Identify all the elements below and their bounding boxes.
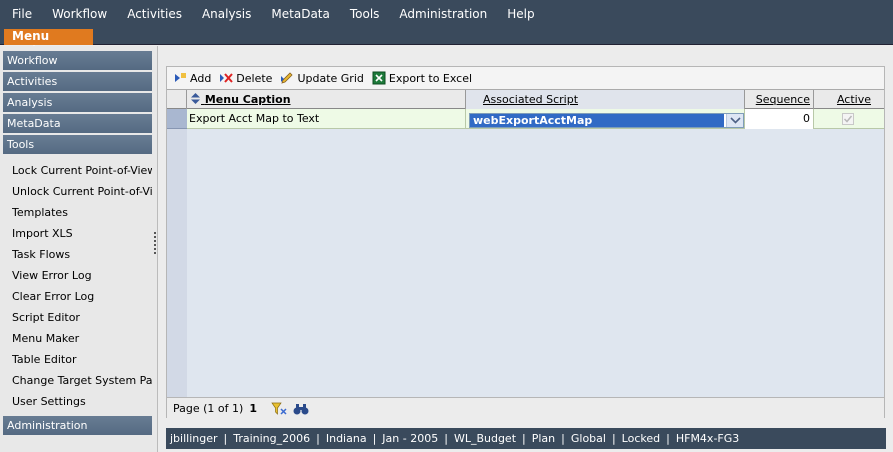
delete-label: Delete	[236, 71, 273, 85]
grid-header: Menu Caption Associated Script Sequence …	[167, 89, 884, 109]
sidebar-item-user-settings[interactable]: User Settings	[12, 393, 152, 411]
menu-help[interactable]: Help	[497, 0, 544, 29]
status-profile: Training_2006	[233, 432, 311, 445]
sidebar-item-menu-maker[interactable]: Menu Maker	[12, 330, 152, 348]
status-global: Global	[570, 432, 606, 445]
page-info: Page (1 of 1)	[173, 402, 244, 415]
cell-sequence[interactable]: 0	[745, 109, 814, 129]
chevron-down-icon[interactable]	[726, 114, 743, 127]
column-header-sequence[interactable]: Sequence	[745, 90, 814, 109]
sidebar-item-script-editor[interactable]: Script Editor	[12, 309, 152, 327]
status-period: Jan - 2005	[382, 432, 439, 445]
sidebar-item-change-password[interactable]: Change Target System Passw	[12, 372, 152, 390]
sidebar-item-clear-error-log[interactable]: Clear Error Log	[12, 288, 152, 306]
excel-icon	[372, 71, 386, 85]
status-lock-state: Locked	[621, 432, 661, 445]
grid-toolbar: Add Delete Update Grid Export to Excel	[167, 67, 884, 89]
row-selector-header	[167, 90, 187, 109]
row-selector-column	[167, 109, 187, 419]
cell-menu-caption[interactable]: Export Acct Map to Text	[187, 109, 466, 129]
cell-active[interactable]	[814, 109, 884, 129]
associated-script-selected-value: webExportAcctMap	[470, 114, 724, 127]
update-grid-label: Update Grid	[297, 71, 364, 85]
export-excel-label: Export to Excel	[388, 71, 473, 85]
menu-bar: File Workflow Activities Analysis MetaDa…	[0, 0, 893, 29]
menu-activities[interactable]: Activities	[117, 0, 192, 29]
tab-menu-maker[interactable]: Menu Maker	[4, 29, 93, 58]
status-user: jbillinger	[170, 432, 218, 445]
sidebar-item-table-editor[interactable]: Table Editor	[12, 351, 152, 369]
pager: Page (1 of 1) 1	[167, 397, 884, 419]
sidebar-section-workflow[interactable]: Workflow	[3, 51, 152, 70]
pencil-icon	[280, 71, 294, 85]
main-content: Add Delete Update Grid Export to Excel M…	[160, 46, 893, 452]
sidebar-item-lock-pov[interactable]: Lock Current Point-of-View	[12, 162, 152, 180]
menu-metadata[interactable]: MetaData	[261, 0, 339, 29]
sidebar: Workflow Activities Analysis MetaData To…	[0, 46, 158, 452]
menu-caption-header-label: Menu Caption	[204, 93, 291, 106]
status-bar: jbillinger | Training_2006 | Indiana | Jan - 2…	[166, 428, 886, 449]
menu-file[interactable]: File	[0, 0, 42, 29]
sidebar-item-unlock-pov[interactable]: Unlock Current Point-of-View	[12, 183, 152, 201]
find-binoculars-icon[interactable]	[293, 402, 309, 416]
menu-analysis[interactable]: Analysis	[192, 0, 261, 29]
filter-icon[interactable]	[271, 402, 287, 416]
column-header-associated-script[interactable]: Associated Script	[466, 90, 745, 109]
delete-row-icon	[219, 71, 234, 85]
status-scenario: Plan	[531, 432, 556, 445]
update-grid-button[interactable]: Update Grid	[280, 71, 364, 85]
menu-administration[interactable]: Administration	[389, 0, 497, 29]
sidebar-section-metadata[interactable]: MetaData	[3, 114, 152, 133]
add-button[interactable]: Add	[173, 71, 211, 85]
page-link-current[interactable]: 1	[249, 402, 257, 415]
sidebar-splitter-handle[interactable]	[152, 230, 157, 260]
status-location: Indiana	[325, 432, 367, 445]
associated-script-dropdown[interactable]: webExportAcctMap	[469, 113, 744, 128]
delete-button[interactable]: Delete	[219, 71, 272, 85]
export-excel-button[interactable]: Export to Excel	[372, 71, 472, 85]
column-header-active[interactable]: Active	[814, 90, 884, 109]
row-selector-current[interactable]	[167, 109, 187, 129]
add-label: Add	[190, 71, 212, 85]
menu-tools[interactable]: Tools	[340, 0, 390, 29]
status-category: WL_Budget	[453, 432, 517, 445]
grid-panel: Add Delete Update Grid Export to Excel M…	[166, 66, 885, 419]
tab-strip: Menu Maker	[0, 29, 893, 58]
status-application: HFM4x-FG3	[675, 432, 740, 445]
sidebar-item-view-error-log[interactable]: View Error Log	[12, 267, 152, 285]
active-checkbox[interactable]	[842, 113, 854, 125]
column-header-menu-caption[interactable]: Menu Caption	[187, 90, 466, 109]
sidebar-section-activities[interactable]: Activities	[3, 72, 152, 91]
menu-workflow[interactable]: Workflow	[42, 0, 117, 29]
sidebar-item-import-xls[interactable]: Import XLS	[12, 225, 152, 243]
sidebar-section-administration[interactable]: Administration	[3, 416, 152, 435]
add-row-icon	[173, 71, 187, 85]
sidebar-section-tools[interactable]: Tools	[3, 135, 152, 154]
sidebar-item-task-flows[interactable]: Task Flows	[12, 246, 152, 264]
sidebar-section-analysis[interactable]: Analysis	[3, 93, 152, 112]
sort-arrows-icon	[191, 91, 201, 110]
sidebar-item-templates[interactable]: Templates	[12, 204, 152, 222]
